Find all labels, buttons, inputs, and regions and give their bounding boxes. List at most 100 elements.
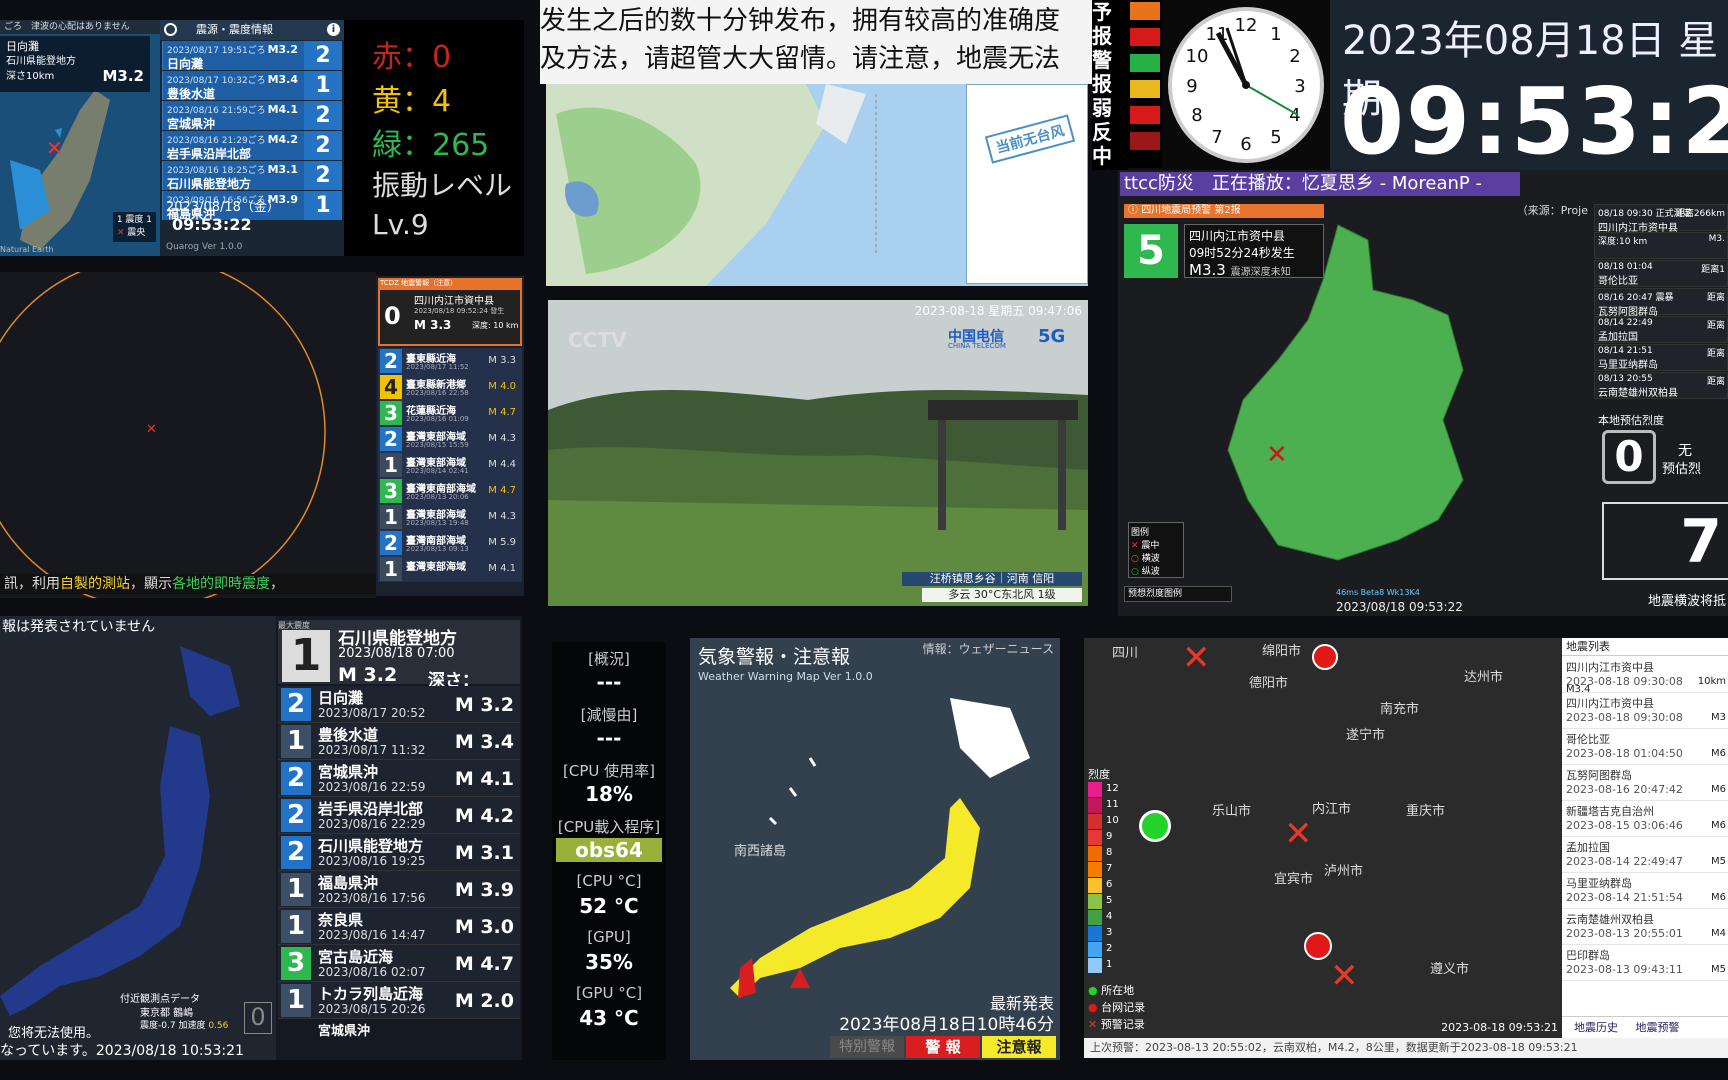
perf-label: [概況] — [588, 650, 630, 668]
eew-side-row[interactable]: 08/14 21:51 马里亚纳群岛 距离 — [1594, 344, 1728, 371]
tw-row[interactable]: 2 臺灣南部海域 2023/08/13 09:13 M 5.9 — [378, 530, 522, 556]
jp-row[interactable]: 1 豊後水道 2023/08/17 11:32 M 3.4 — [278, 723, 520, 760]
tw-current-quake[interactable]: 0 四川内江市資中县 2023/08/18 09:52:24 發生 M 3.3 … — [378, 288, 522, 346]
jp-latest-quake[interactable]: 最大震度 1 石川県能登地方 2023/08/18 07:00 M 3.2 深さ… — [278, 620, 520, 711]
info-icon[interactable]: i — [327, 23, 340, 36]
tw-row-time: 2023/08/13 09:13 — [406, 545, 469, 553]
perf-value: obs64 — [556, 838, 662, 862]
eew-side-row[interactable]: 08/16 20:47 震暴 瓦努阿图群岛 距离 — [1594, 288, 1728, 318]
tab-history[interactable]: 地震历史 — [1574, 1021, 1618, 1034]
eew-side-name: 孟加拉国 — [1598, 332, 1638, 343]
dark-map-city: 遂宁市 — [1346, 728, 1386, 743]
scale-step: 12 — [1088, 782, 1120, 798]
history-title-text: 震源・震度情報 — [196, 23, 273, 36]
jp-banner: 報は発表されていません — [2, 619, 156, 635]
quake-list-item[interactable]: 瓦努阿图群岛 2023-08-16 20:47:42 M6 — [1562, 766, 1728, 801]
lamp-cancel — [1130, 132, 1160, 150]
tw-row[interactable]: 1 臺灣東部海域 2023/08/13 19:48 M 4.3 — [378, 504, 522, 530]
tw-row-time: 2023/08/14 02:41 — [406, 467, 469, 475]
legend-station-text: 台网记录 — [1101, 1001, 1146, 1014]
jp-row-name: 日向灘 — [318, 689, 364, 707]
svg-text:5: 5 — [1270, 127, 1281, 148]
tw-row[interactable]: 2 臺東縣近海 2023/08/17 11:52 M 3.3 — [378, 348, 522, 374]
history-row-mag: M3.1 — [267, 163, 298, 176]
perf-value: --- — [596, 670, 622, 694]
epicenter-legend-icon: ✕ — [116, 228, 125, 238]
eew-side-time: 08/16 20:47 震暴 — [1598, 293, 1674, 303]
scale-step: 11 — [1088, 798, 1120, 814]
jp-row[interactable]: 3 宮古島近海 2023/08/16 02:07 M 4.7 — [278, 945, 520, 982]
taiwan-quake-list: TCDZ 地震警報（注意） 0 四川内江市資中县 2023/08/18 09:5… — [376, 276, 524, 596]
ww-source: 情報：ウェザーニュース — [922, 642, 1054, 656]
history-row[interactable]: 2023/08/17 10:32ごろ 豊後水道 M3.4 1 — [162, 71, 342, 101]
quake-list-item[interactable]: 新疆塔吉克自治州 2023-08-15 03:06:46 M6 — [1562, 802, 1728, 837]
jp-row-name: 宮城県沖 — [318, 763, 379, 781]
tw-row[interactable]: 3 花蓮縣近海 2023/08/16 01:09 M 4.7 — [378, 400, 522, 426]
lamp-strong — [1130, 106, 1160, 124]
quake-list-name: 马里亚纳群岛 — [1566, 877, 1632, 890]
history-row-mag: M3.2 — [267, 43, 298, 56]
tw-row-time: 2023/08/13 20:06 — [406, 493, 469, 501]
tab-warning[interactable]: 地震预警 — [1636, 1021, 1680, 1034]
quake-list-item[interactable]: 四川内江市资中县 2023-08-18 09:30:08 M3.4 10km — [1562, 658, 1728, 695]
tw-row-int: 1 — [380, 505, 402, 529]
tw-row-time: 2023/08/17 11:52 — [406, 363, 469, 371]
dark-map-city: 遵义市 — [1430, 962, 1470, 977]
jp-row-time: 2023/08/16 19:25 — [318, 854, 426, 868]
alert-level-2: 弱反 — [1092, 96, 1112, 144]
ww-issued: 2023年08月18日10時46分 — [839, 1015, 1054, 1035]
jp-row-time: 2023/08/17 20:52 — [318, 706, 426, 720]
jp-row[interactable]: 2 岩手県沿岸北部 2023/08/16 22:29 M 4.2 — [278, 797, 520, 834]
quake-list-time: 2023-08-13 20:55:01 — [1566, 927, 1683, 940]
history-row[interactable]: 2023/08/16 21:59ごろ 宮城県沖 M4.1 2 — [162, 101, 342, 131]
eew-side-row[interactable]: 深度:10 km M3. — [1594, 232, 1728, 259]
scale-swatch — [1088, 878, 1102, 893]
tw-row[interactable]: 1 臺灣東部海域 2023/08/14 02:41 M 4.4 — [378, 452, 522, 478]
history-row[interactable]: 2023/08/16 21:29ごろ 岩手県沿岸北部 M4.2 2 — [162, 131, 342, 161]
jp-row-int: 2 — [281, 799, 311, 832]
scale-label: 11 — [1106, 799, 1119, 810]
history-row[interactable]: 2023/08/17 19:51ごろ 日向灘 M3.2 2 — [162, 41, 342, 71]
radar-map — [0, 272, 326, 598]
tw-row[interactable]: 3 臺灣東南部海域 2023/08/13 20:06 M 4.7 — [378, 478, 522, 504]
quake-list-item[interactable]: 马里亚纳群岛 2023-08-14 21:51:54 M6 — [1562, 874, 1728, 909]
quake-list-item[interactable]: 巴印群岛 2023-08-13 09:43:11 M5 — [1562, 946, 1728, 981]
quake-list-extra: M6 — [1711, 748, 1726, 759]
legend-epicenter-row: ✕ 震中 — [1131, 538, 1181, 551]
eew-side-row[interactable]: 08/18 09:30 正式测定 四川内江市资中县 距离266km — [1594, 204, 1728, 234]
perf-value: 35% — [585, 950, 633, 974]
quake-list-item[interactable]: 四川内江市资中县 2023-08-18 09:30:08 M3 — [1562, 694, 1728, 729]
tw-row[interactable]: 1 臺灣東部海域 M 4.1 — [378, 556, 522, 582]
tw-row[interactable]: 2 臺灣東部海域 2023/08/15 15:59 M 4.3 — [378, 426, 522, 452]
jp-row[interactable]: 1 福島県沖 2023/08/16 17:56 M 3.9 — [278, 871, 520, 908]
jp-row[interactable]: 1 奈良県 2023/08/16 14:47 M 3.0 — [278, 908, 520, 945]
eew-side-row[interactable]: 08/14 22:49 孟加拉国 距离 — [1594, 316, 1728, 343]
quake-list-item[interactable]: 哥伦比亚 2023-08-18 01:04:50 M6 — [1562, 730, 1728, 765]
eew-side-name: 云南楚雄州双柏县 — [1598, 388, 1678, 399]
eew-side-row[interactable]: 08/13 20:55 云南楚雄州双柏县 距离 — [1594, 372, 1728, 399]
quake-list-extra: M6 — [1711, 820, 1726, 831]
legend-station-icon: ● — [1088, 1001, 1098, 1014]
jp-row-cut: 宮城県沖 — [318, 1024, 371, 1039]
scale-label: 9 — [1106, 831, 1113, 842]
quake-list-item[interactable]: 孟加拉国 2023-08-14 22:49:47 M5 — [1562, 838, 1728, 873]
livestream-panel[interactable]: 2023-08-18 星期五 09:47:06 CCTV 中国电信 CHINA … — [548, 300, 1088, 606]
eew-side-row[interactable]: 08/18 01:04 哥伦比亚 距离1 — [1594, 260, 1728, 287]
vibration-level-label: 振動レベル — [372, 169, 513, 202]
jp-row[interactable]: 2 石川県能登地方 2023/08/16 19:25 M 3.1 — [278, 834, 520, 871]
jp-row[interactable]: 2 日向灘 2023/08/17 20:52 M 3.2 — [278, 686, 520, 723]
clock-numeral-9: 9 — [1186, 76, 1197, 97]
jp-row[interactable]: 2 宮城県沖 2023/08/16 22:59 M 4.1 — [278, 760, 520, 797]
shindo-legend: 1 震度 1 ✕ 震央 — [112, 212, 156, 242]
history-row[interactable]: 2023/08/16 18:25ごろ 石川県能登地方 M3.1 2 — [162, 161, 342, 191]
jp-row[interactable]: 1 トカラ列島近海 2023/08/15 20:26 M 2.0 — [278, 982, 520, 1019]
analog-clock: 12 3 6 9 12 45 78 1011 — [1168, 7, 1324, 163]
record-circle-icon — [164, 23, 177, 36]
quake-list-item[interactable]: 云南楚雄州双柏县 2023-08-13 20:55:01 M4 — [1562, 910, 1728, 945]
ww-islands: 南西諸島 — [734, 844, 787, 859]
legend-epicenter-label: 震央 — [127, 228, 146, 238]
obs-accel-label: 加速度 — [178, 1021, 206, 1031]
scale-step: 4 — [1088, 910, 1120, 926]
tw-row[interactable]: 4 臺東縣新港鄉 2023/08/16 22:58 M 4.0 — [378, 374, 522, 400]
scale-label: 2 — [1106, 943, 1113, 954]
